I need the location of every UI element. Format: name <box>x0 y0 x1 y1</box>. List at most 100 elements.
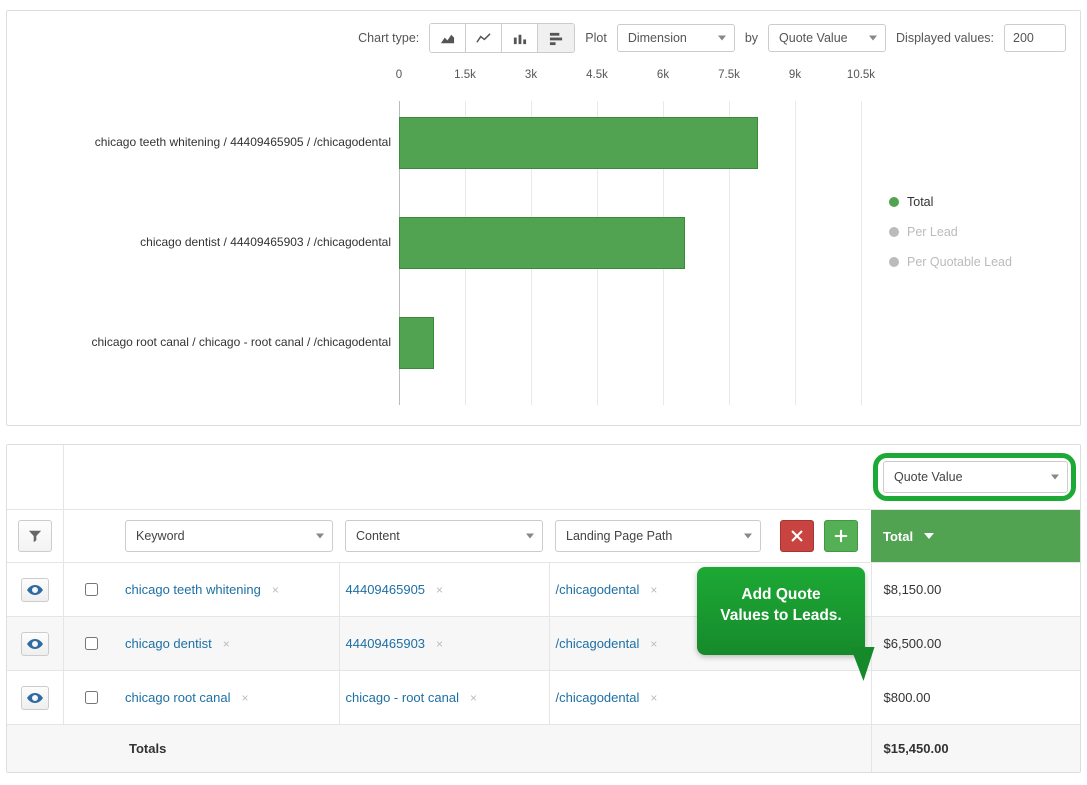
remove-filter-icon[interactable]: × <box>436 637 443 651</box>
axis-tick: 7.5k <box>718 69 740 81</box>
filter-icon <box>28 529 42 543</box>
chart-bar[interactable] <box>399 117 758 169</box>
table-row: chicago dentist × 44409465903× /chicagode… <box>7 617 1080 671</box>
legend-swatch <box>889 257 899 267</box>
row-checkbox[interactable] <box>85 583 98 596</box>
remove-filter-icon[interactable]: × <box>223 637 230 651</box>
keyword-value: chicago root canal <box>125 690 231 705</box>
chart-bar[interactable] <box>399 217 685 269</box>
keyword-column-select[interactable]: Keyword <box>125 520 333 552</box>
row-visibility-toggle[interactable] <box>21 686 49 710</box>
caret-down-icon <box>526 534 534 539</box>
total-column-header[interactable]: Total <box>871 510 1080 563</box>
row-checkbox[interactable] <box>85 637 98 650</box>
content-filter-pill[interactable]: chicago - root canal × <box>346 690 477 705</box>
chart-bar[interactable] <box>399 317 434 369</box>
table-row: chicago teeth whitening × 44409465905× /c… <box>7 563 1080 617</box>
caret-down-icon <box>869 36 877 41</box>
chart-panel: Chart type: Plot Dimension by Quote Valu… <box>6 10 1081 426</box>
landing-column-select[interactable]: Landing Page Path <box>555 520 761 552</box>
line-chart-icon <box>476 31 491 46</box>
axis-tick: 9k <box>789 69 801 81</box>
add-column-button[interactable] <box>824 520 858 552</box>
filter-button[interactable] <box>18 520 52 552</box>
chart-area: 0 1.5k 3k 4.5k 6k 7.5k 9k 10.5k chicago … <box>39 75 861 405</box>
plus-icon <box>834 529 848 543</box>
remove-filter-icon[interactable]: × <box>650 637 657 651</box>
sort-desc-icon <box>923 529 935 544</box>
total-header-label: Total <box>883 529 913 544</box>
remove-column-button[interactable] <box>780 520 814 552</box>
remove-filter-icon[interactable]: × <box>436 583 443 597</box>
displayed-values-label: Displayed values: <box>896 31 994 45</box>
legend-item-total[interactable]: Total <box>889 195 1012 209</box>
chart-type-column-button[interactable] <box>502 24 538 52</box>
chart-toolbar: Chart type: Plot Dimension by Quote Valu… <box>21 23 1066 53</box>
by-select[interactable]: Quote Value <box>768 24 886 52</box>
keyword-filter-pill[interactable]: chicago dentist × <box>125 636 230 651</box>
eye-icon <box>27 636 43 652</box>
displayed-values-input[interactable] <box>1004 24 1066 52</box>
totals-label: Totals <box>119 725 871 773</box>
chart-type-bar-button[interactable] <box>538 24 574 52</box>
row-visibility-toggle[interactable] <box>21 632 49 656</box>
row-total: $6,500.00 <box>871 617 1080 671</box>
area-chart-icon <box>440 31 455 46</box>
value-column-select-value: Quote Value <box>894 470 963 484</box>
landing-value: /chicagodental <box>556 582 640 597</box>
caret-down-icon <box>718 36 726 41</box>
legend-item-per-lead[interactable]: Per Lead <box>889 225 1012 239</box>
chart-row: chicago dentist / 44409465903 / /chicago… <box>39 215 861 271</box>
keyword-filter-pill[interactable]: chicago root canal × <box>125 690 249 705</box>
row-visibility-toggle[interactable] <box>21 578 49 602</box>
row-checkbox[interactable] <box>85 691 98 704</box>
remove-filter-icon[interactable]: × <box>650 691 657 705</box>
row-total: $8,150.00 <box>871 563 1080 617</box>
eye-icon <box>27 690 43 706</box>
legend-label: Per Quotable Lead <box>907 255 1012 269</box>
gridline <box>861 101 862 405</box>
plot-label: Plot <box>585 31 607 45</box>
callout-bubble: Add Quote Values to Leads. <box>697 567 865 655</box>
legend-label: Per Lead <box>907 225 958 239</box>
value-column-select[interactable]: Quote Value <box>883 461 1068 493</box>
chart-category-label: chicago teeth whitening / 44409465905 / … <box>39 135 399 151</box>
keyword-value: chicago teeth whitening <box>125 582 261 597</box>
caret-down-icon <box>316 534 324 539</box>
table-header-row: Keyword Content Landing Page Path <box>7 510 1080 563</box>
table-panel: Quote Value Keyword <box>6 444 1081 773</box>
chart-type-line-button[interactable] <box>466 24 502 52</box>
keyword-filter-pill[interactable]: chicago teeth whitening × <box>125 582 279 597</box>
caret-down-icon <box>744 534 752 539</box>
by-select-value: Quote Value <box>779 31 848 45</box>
legend-swatch <box>889 227 899 237</box>
axis-tick: 10.5k <box>847 69 875 81</box>
plot-select[interactable]: Dimension <box>617 24 735 52</box>
keyword-column-label: Keyword <box>136 529 185 543</box>
chart-legend: Total Per Lead Per Quotable Lead <box>889 195 1012 285</box>
landing-value: /chicagodental <box>556 636 640 651</box>
axis-tick: 3k <box>525 69 537 81</box>
chart-type-area-button[interactable] <box>430 24 466 52</box>
data-table: Quote Value Keyword <box>7 445 1080 772</box>
landing-filter-pill[interactable]: /chicagodental × <box>556 690 658 705</box>
axis-tick: 6k <box>657 69 669 81</box>
legend-item-per-quotable-lead[interactable]: Per Quotable Lead <box>889 255 1012 269</box>
landing-value: /chicagodental <box>556 690 640 705</box>
remove-filter-icon[interactable]: × <box>242 691 249 705</box>
remove-filter-icon[interactable]: × <box>272 583 279 597</box>
landing-filter-pill[interactable]: /chicagodental × <box>556 636 658 651</box>
remove-filter-icon[interactable]: × <box>650 583 657 597</box>
content-value: chicago - root canal <box>346 690 459 705</box>
content-filter-pill[interactable]: 44409465903× <box>346 636 444 651</box>
plot-select-value: Dimension <box>628 31 687 45</box>
remove-filter-icon[interactable]: × <box>470 691 477 705</box>
chart-row: chicago teeth whitening / 44409465905 / … <box>39 115 861 171</box>
keyword-value: chicago dentist <box>125 636 212 651</box>
content-filter-pill[interactable]: 44409465905× <box>346 582 444 597</box>
landing-filter-pill[interactable]: /chicagodental × <box>556 582 658 597</box>
callout-line: Values to Leads. <box>709 606 853 627</box>
totals-row: Totals $15,450.00 <box>7 725 1080 773</box>
content-column-select[interactable]: Content <box>345 520 543 552</box>
chart-body: 0 1.5k 3k 4.5k 6k 7.5k 9k 10.5k chicago … <box>21 75 1066 405</box>
